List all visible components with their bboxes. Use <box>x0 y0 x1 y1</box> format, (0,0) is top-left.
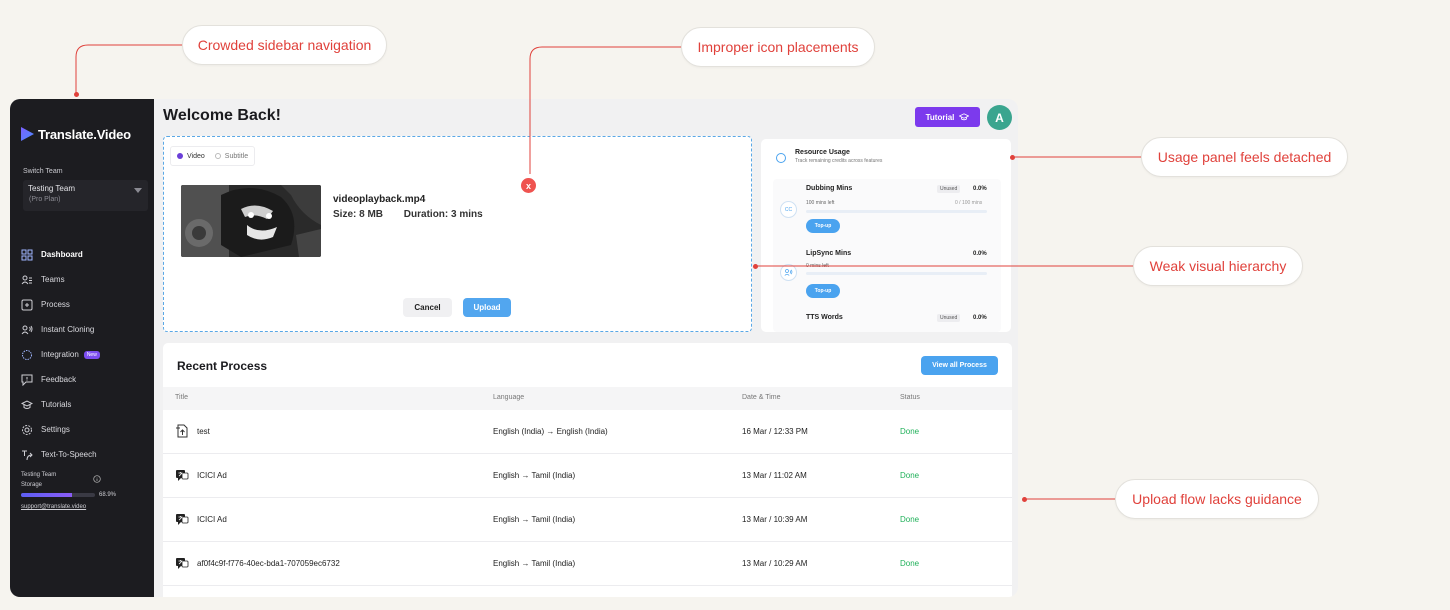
callout-upload-guidance: Upload flow lacks guidance <box>1115 479 1319 519</box>
annotation-dot-hierarchy <box>753 264 758 269</box>
annotation-dot-sidebar <box>74 92 79 97</box>
annotation-dot-upload <box>1022 497 1027 502</box>
annotation-dot-usage <box>1010 155 1015 160</box>
callout-visual-hierarchy: Weak visual hierarchy <box>1133 246 1303 286</box>
callout-icon-placements: Improper icon placements <box>681 27 875 67</box>
callout-crowded-sidebar: Crowded sidebar navigation <box>182 25 387 65</box>
callout-usage-panel: Usage panel feels detached <box>1141 137 1348 177</box>
